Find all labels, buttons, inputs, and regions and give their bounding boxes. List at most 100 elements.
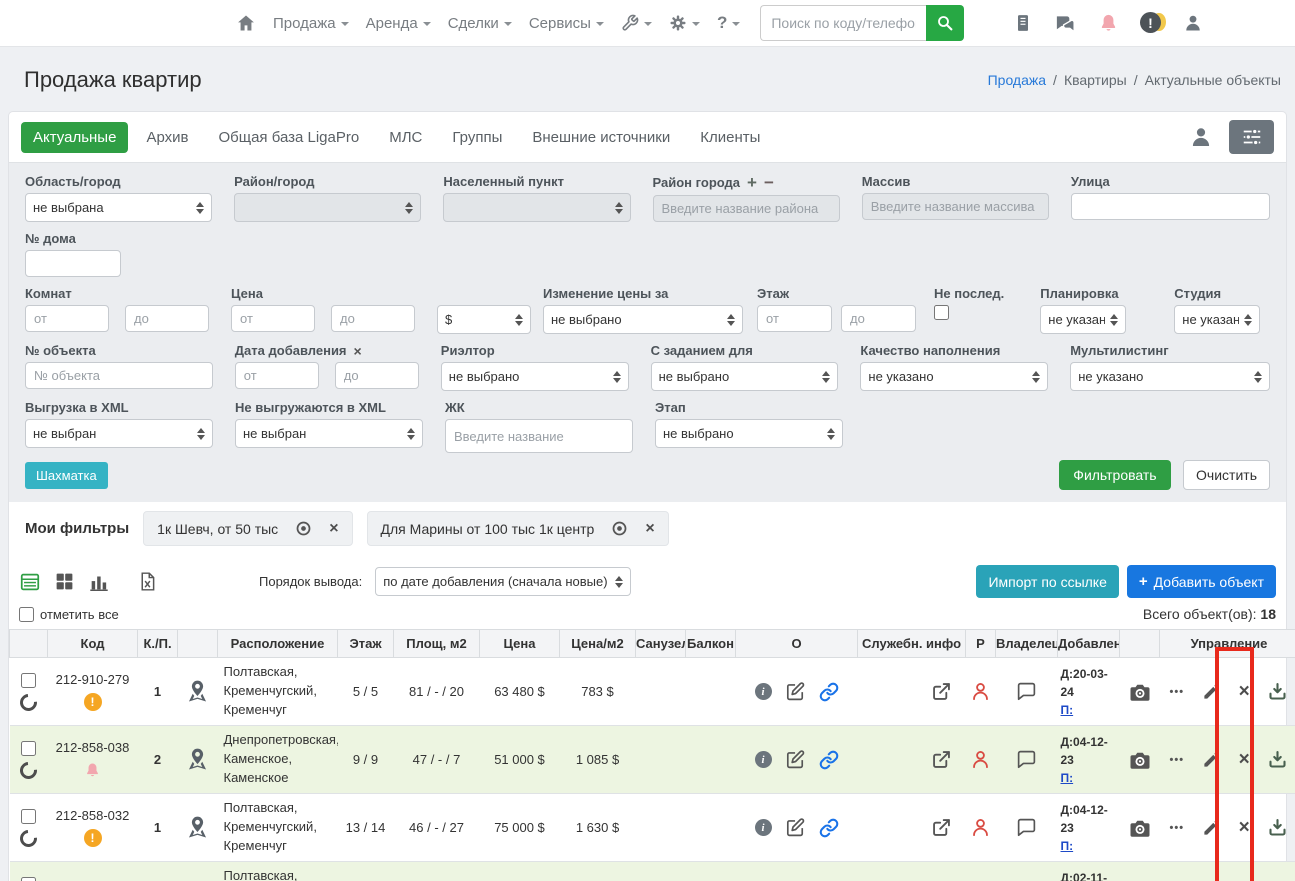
user-icon[interactable]: [1189, 125, 1213, 149]
rooms-to-input[interactable]: [125, 305, 209, 332]
currency-select[interactable]: $: [437, 305, 531, 334]
delete-icon[interactable]: ×: [1239, 818, 1250, 837]
stage-select[interactable]: не выбрано: [655, 419, 843, 448]
menu-servisy[interactable]: Сервисы: [529, 15, 604, 32]
menu-prodazha[interactable]: Продажа: [273, 15, 349, 32]
alerts-icon[interactable]: !: [1140, 12, 1166, 34]
more-actions-icon[interactable]: •••: [1170, 686, 1185, 698]
xml-upload-select[interactable]: не выбран: [25, 419, 213, 448]
edit-note-icon[interactable]: [785, 749, 806, 770]
street-input[interactable]: [1070, 193, 1270, 220]
massiv-input[interactable]: [861, 193, 1049, 220]
delete-icon[interactable]: ×: [1239, 750, 1250, 769]
floor-to-input[interactable]: [841, 305, 916, 332]
search-button[interactable]: [926, 5, 965, 41]
notifications-bell-icon[interactable]: [1098, 13, 1119, 34]
realtor-icon[interactable]: [970, 751, 991, 766]
external-link-icon[interactable]: [931, 817, 952, 838]
edit-note-icon[interactable]: [785, 817, 806, 838]
download-icon[interactable]: [1267, 749, 1288, 770]
with-task-select[interactable]: не выбрано: [650, 362, 839, 391]
date-from-input[interactable]: [234, 362, 319, 389]
more-actions-icon[interactable]: •••: [1170, 822, 1185, 834]
saved-filter-chip[interactable]: 1к Шевч, от 50 тыс ×: [143, 511, 353, 546]
tab-arhiv[interactable]: Архив: [134, 122, 200, 153]
map-icon[interactable]: [185, 683, 210, 698]
date-to-input[interactable]: [334, 362, 419, 389]
import-by-link-button[interactable]: Импорт по ссылке: [976, 565, 1119, 598]
floor-from-input[interactable]: [757, 305, 832, 332]
search-input[interactable]: [760, 5, 927, 41]
p-link[interactable]: П:: [1061, 701, 1118, 719]
photos-camera-icon[interactable]: [1128, 819, 1152, 834]
map-icon[interactable]: [185, 751, 210, 766]
photos-camera-icon[interactable]: [1128, 683, 1152, 698]
comment-icon[interactable]: [1016, 751, 1037, 766]
comment-icon[interactable]: [1016, 683, 1037, 698]
edit-pencil-icon[interactable]: [1202, 818, 1221, 837]
external-link-icon[interactable]: [931, 749, 952, 770]
row-checkbox[interactable]: [21, 876, 36, 881]
clear-date-icon[interactable]: ×: [354, 344, 362, 358]
tab-obshchaya-baza[interactable]: Общая база LigaPro: [206, 122, 371, 153]
object-code[interactable]: 212-910-279: [56, 672, 130, 687]
delete-icon[interactable]: ×: [1239, 682, 1250, 701]
status-circle-icon[interactable]: [16, 758, 41, 782]
chart-view-icon[interactable]: [88, 571, 110, 593]
breadcrumb-link-prodazha[interactable]: Продажа: [988, 72, 1046, 88]
xml-not-upload-select[interactable]: не выбран: [235, 419, 423, 448]
more-actions-icon[interactable]: •••: [1170, 754, 1185, 766]
object-code[interactable]: 212-858-032: [56, 808, 130, 823]
delete-filter-icon[interactable]: ×: [329, 520, 338, 537]
photos-camera-icon[interactable]: [1128, 751, 1152, 766]
remove-district-icon[interactable]: −: [764, 174, 774, 191]
tab-aktualnye[interactable]: Актуальные: [21, 121, 129, 153]
messages-icon[interactable]: [1054, 12, 1077, 35]
profile-icon[interactable]: [1183, 13, 1203, 33]
edit-pencil-icon[interactable]: [1202, 750, 1221, 769]
tab-mls[interactable]: МЛС: [377, 122, 434, 153]
row-checkbox[interactable]: [21, 808, 36, 824]
comment-icon[interactable]: [1016, 819, 1037, 834]
clear-filter-button[interactable]: Очистить: [1183, 460, 1270, 490]
object-code[interactable]: 212-858-038: [56, 740, 130, 755]
download-icon[interactable]: [1267, 817, 1288, 838]
info-icon[interactable]: i: [754, 819, 772, 836]
status-circle-icon[interactable]: [16, 826, 41, 850]
p-link[interactable]: П:: [1061, 769, 1118, 787]
row-checkbox[interactable]: [21, 740, 36, 756]
quality-select[interactable]: не указано: [860, 362, 1049, 391]
row-checkbox[interactable]: [21, 672, 36, 688]
status-circle-icon[interactable]: [16, 690, 41, 714]
price-change-select[interactable]: не выбрано: [543, 305, 743, 334]
edit-pencil-icon[interactable]: [1202, 682, 1221, 701]
studio-select[interactable]: не указано: [1174, 305, 1261, 334]
realtor-icon[interactable]: [970, 683, 991, 698]
info-icon[interactable]: i: [754, 683, 772, 700]
map-icon[interactable]: [185, 819, 210, 834]
edit-note-icon[interactable]: [785, 681, 806, 702]
menu-settings[interactable]: [669, 14, 700, 32]
tab-gruppy[interactable]: Группы: [440, 122, 514, 153]
zhk-input[interactable]: [445, 419, 633, 453]
apply-filter-button[interactable]: Фильтровать: [1059, 460, 1171, 490]
tab-klienty[interactable]: Клиенты: [688, 122, 772, 153]
multilisting-select[interactable]: не указано: [1070, 362, 1270, 391]
excel-export-icon[interactable]: [137, 571, 158, 592]
settlement-select[interactable]: [443, 193, 631, 222]
filter-settings-button[interactable]: [1229, 120, 1274, 154]
menu-arenda[interactable]: Аренда: [366, 15, 431, 32]
link-icon[interactable]: [819, 750, 839, 770]
oblast-select[interactable]: не выбрана: [25, 193, 213, 222]
external-link-icon[interactable]: [931, 681, 952, 702]
grid-view-icon[interactable]: [54, 571, 75, 592]
object-number-input[interactable]: [25, 362, 213, 389]
link-icon[interactable]: [819, 682, 839, 702]
menu-help[interactable]: ?: [717, 13, 741, 33]
p-link[interactable]: П:: [1061, 837, 1118, 855]
list-view-icon[interactable]: [19, 571, 41, 593]
menu-tools[interactable]: [621, 14, 652, 32]
menu-sdelki[interactable]: Сделки: [448, 15, 512, 32]
city-district-input[interactable]: [652, 195, 840, 222]
journal-icon[interactable]: [1013, 13, 1033, 33]
